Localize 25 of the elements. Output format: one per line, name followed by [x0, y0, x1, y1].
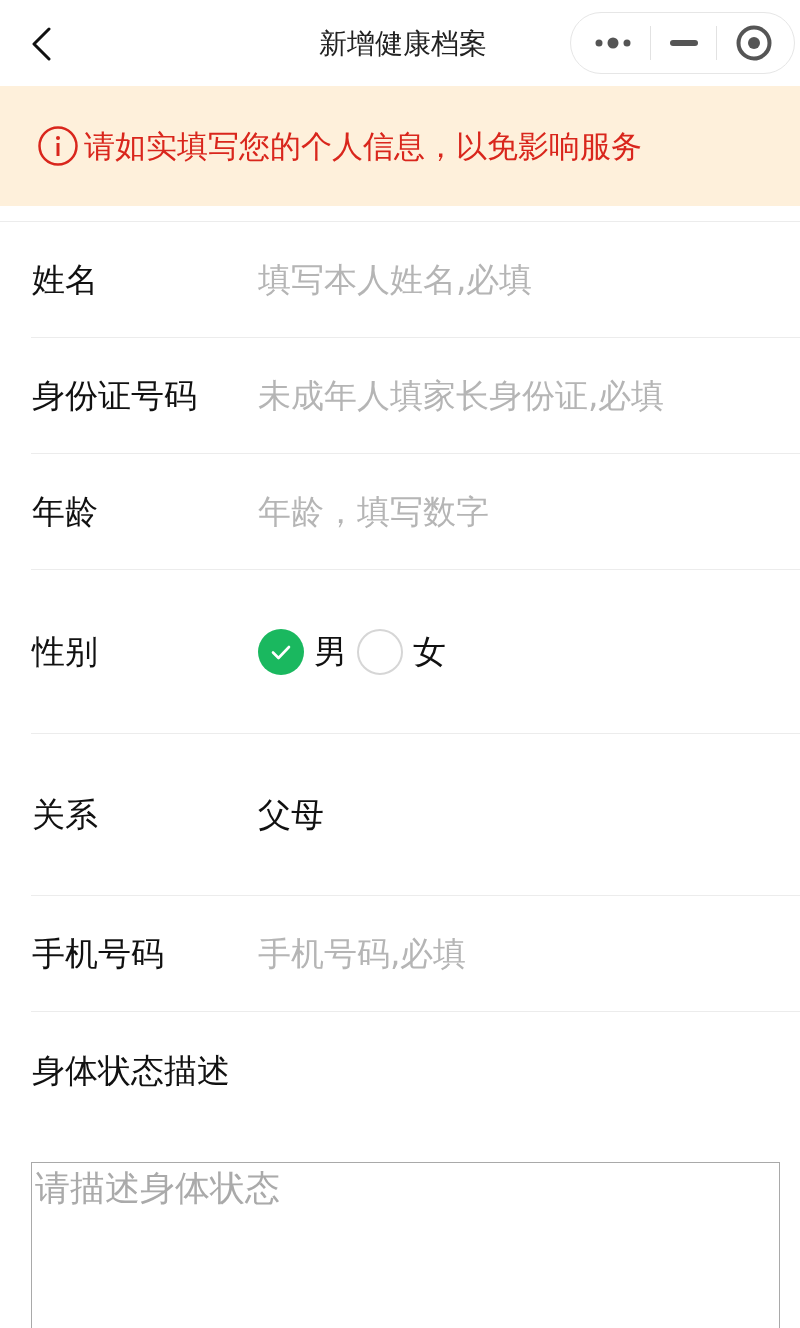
- target-circle-icon: [736, 25, 772, 61]
- field-label: 性别: [32, 630, 98, 673]
- more-dots-icon: [595, 37, 631, 49]
- page-title: 新增健康档案: [319, 26, 487, 61]
- info-icon: [38, 126, 78, 166]
- field-label: 身体状态描述: [31, 1050, 230, 1092]
- input-field[interactable]: 填写本人姓名,必填: [258, 256, 780, 303]
- input-field[interactable]: 年龄，填写数字: [258, 488, 780, 535]
- close-button[interactable]: [736, 25, 772, 61]
- minimize-button[interactable]: [669, 40, 698, 46]
- radio-option[interactable]: 男: [258, 628, 347, 675]
- field-label: 姓名: [32, 258, 98, 301]
- radio-option[interactable]: 女: [357, 628, 446, 675]
- field-label: 关系: [32, 793, 98, 836]
- field-label: 身份证号码: [32, 374, 197, 417]
- notice-text: 请如实填写您的个人信息，以免影响服务: [84, 127, 642, 166]
- input-field[interactable]: 未成年人填家长身份证,必填: [258, 372, 780, 419]
- picker-field[interactable]: 父母: [258, 792, 324, 837]
- field-label: 手机号码: [32, 932, 164, 975]
- input-field[interactable]: 手机号码,必填: [258, 930, 780, 977]
- minus-icon: [669, 40, 698, 46]
- more-button[interactable]: [595, 37, 631, 49]
- field-label: 年龄: [32, 490, 98, 533]
- back-chevron-icon: [31, 27, 51, 61]
- text-area-field[interactable]: 请描述身体状态: [31, 1162, 780, 1328]
